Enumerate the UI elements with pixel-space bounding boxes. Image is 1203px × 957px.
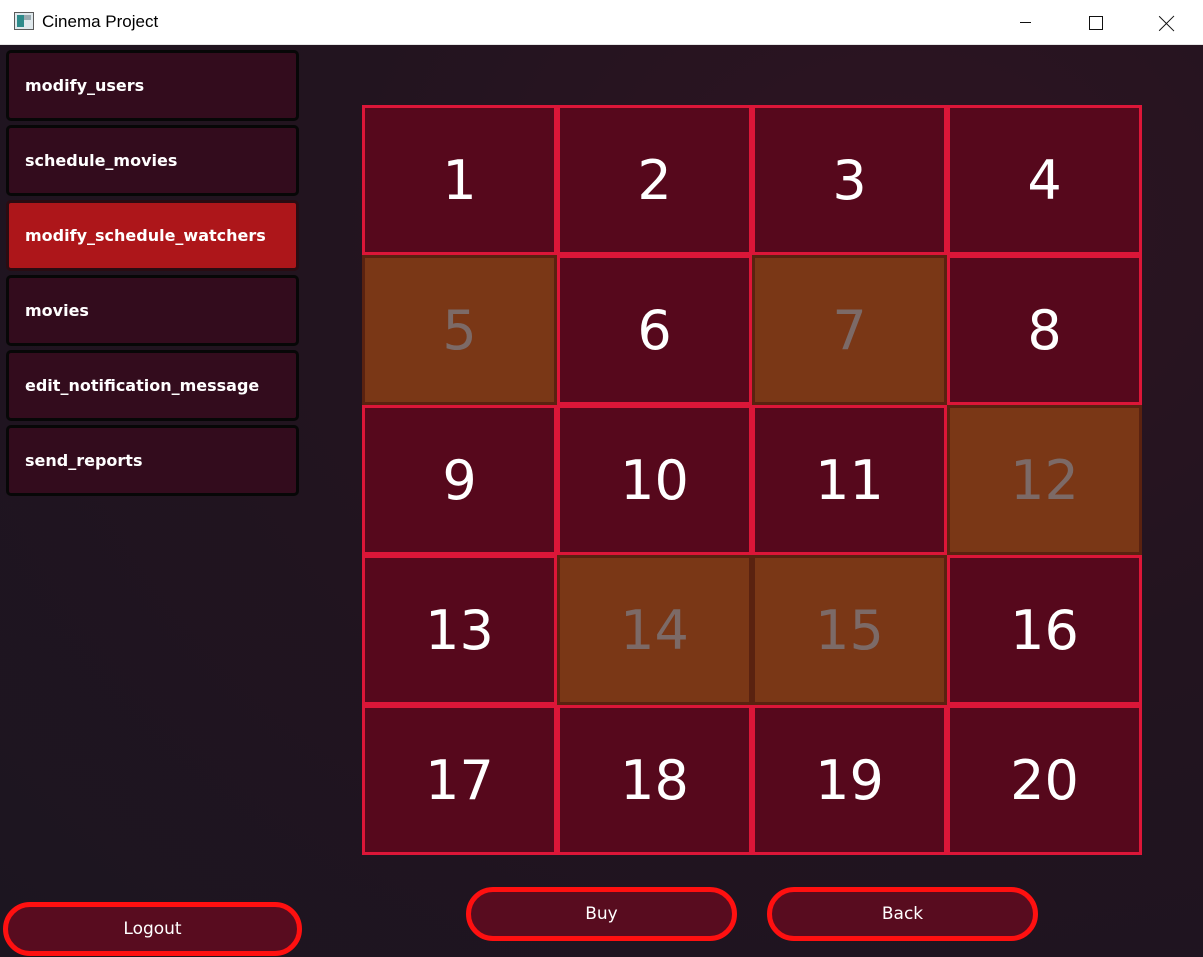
seat-3[interactable]: 3 bbox=[752, 105, 947, 255]
logout-button[interactable]: Logout bbox=[3, 902, 302, 956]
maximize-icon bbox=[1089, 15, 1103, 30]
minimize-button[interactable] bbox=[990, 0, 1060, 45]
sidebar-item-edit-notification-message[interactable]: edit_notification_message bbox=[6, 350, 299, 421]
back-button[interactable]: Back bbox=[767, 887, 1038, 941]
seat-grid: 1 2 3 4 5 6 7 8 9 10 11 12 13 14 15 16 1… bbox=[362, 105, 1142, 855]
seat-18[interactable]: 18 bbox=[557, 705, 752, 855]
seat-8[interactable]: 8 bbox=[947, 255, 1142, 405]
maximize-button[interactable] bbox=[1061, 0, 1131, 45]
sidebar-item-label: modify_schedule_watchers bbox=[25, 226, 266, 245]
sidebar-item-label: edit_notification_message bbox=[25, 376, 260, 395]
seat-20[interactable]: 20 bbox=[947, 705, 1142, 855]
seat-4[interactable]: 4 bbox=[947, 105, 1142, 255]
sidebar-item-send-reports[interactable]: send_reports bbox=[6, 425, 299, 496]
seat-6[interactable]: 6 bbox=[557, 255, 752, 405]
seat-13[interactable]: 13 bbox=[362, 555, 557, 705]
sidebar-item-modify-users[interactable]: modify_users bbox=[6, 50, 299, 121]
window-title: Cinema Project bbox=[42, 12, 159, 31]
seat-17[interactable]: 17 bbox=[362, 705, 557, 855]
seat-11[interactable]: 11 bbox=[752, 405, 947, 555]
sidebar-item-modify-schedule-watchers[interactable]: modify_schedule_watchers bbox=[6, 200, 299, 271]
seat-10[interactable]: 10 bbox=[557, 405, 752, 555]
close-icon bbox=[1159, 15, 1175, 31]
sidebar-item-label: modify_users bbox=[25, 76, 145, 95]
seat-19[interactable]: 19 bbox=[752, 705, 947, 855]
seat-15: 15 bbox=[752, 555, 947, 705]
sidebar-item-label: movies bbox=[25, 301, 89, 320]
seat-12: 12 bbox=[947, 405, 1142, 555]
seat-2[interactable]: 2 bbox=[557, 105, 752, 255]
sidebar-item-schedule-movies[interactable]: schedule_movies bbox=[6, 125, 299, 196]
sidebar-item-movies[interactable]: movies bbox=[6, 275, 299, 346]
app-window-icon bbox=[14, 12, 34, 30]
close-button[interactable] bbox=[1132, 0, 1202, 45]
sidebar-nav: modify_users schedule_movies modify_sche… bbox=[0, 45, 304, 957]
buy-button[interactable]: Buy bbox=[466, 887, 737, 941]
sidebar-item-label: schedule_movies bbox=[25, 151, 178, 170]
seat-7: 7 bbox=[752, 255, 947, 405]
sidebar-item-label: send_reports bbox=[25, 451, 143, 470]
minimize-icon bbox=[1019, 22, 1031, 23]
app-content: modify_users schedule_movies modify_sche… bbox=[0, 45, 1203, 957]
seat-14: 14 bbox=[557, 555, 752, 705]
seat-16[interactable]: 16 bbox=[947, 555, 1142, 705]
seat-1[interactable]: 1 bbox=[362, 105, 557, 255]
title-bar: Cinema Project bbox=[0, 0, 1203, 45]
seat-9[interactable]: 9 bbox=[362, 405, 557, 555]
seat-5: 5 bbox=[362, 255, 557, 405]
